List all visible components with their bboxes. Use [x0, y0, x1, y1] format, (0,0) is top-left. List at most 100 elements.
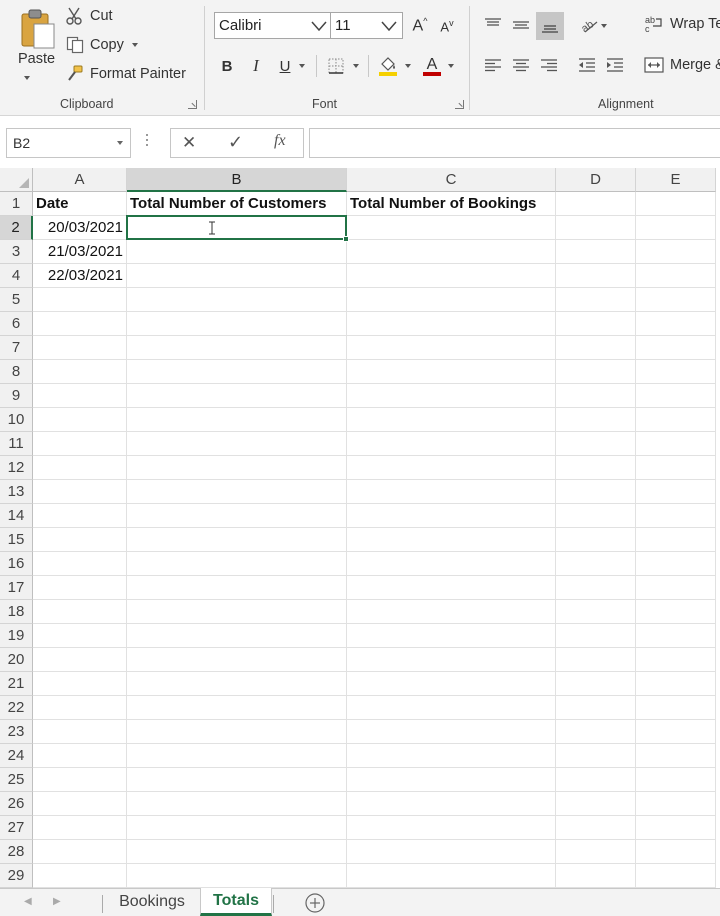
italic-button[interactable]: I [244, 53, 268, 79]
cell-e16[interactable] [636, 552, 716, 576]
cell-b22[interactable] [127, 696, 347, 720]
cell-c12[interactable] [347, 456, 556, 480]
cell-a4[interactable]: 22/03/2021 [33, 264, 127, 288]
cell-a3[interactable]: 21/03/2021 [33, 240, 127, 264]
row-header-2[interactable]: 2 [0, 216, 33, 240]
cell-a15[interactable] [33, 528, 127, 552]
cell-d25[interactable] [556, 768, 636, 792]
cell-e12[interactable] [636, 456, 716, 480]
cell-b24[interactable] [127, 744, 347, 768]
cell-b13[interactable] [127, 480, 347, 504]
cell-c3[interactable] [347, 240, 556, 264]
row-header-8[interactable]: 8 [0, 360, 33, 384]
increase-indent-button[interactable] [602, 52, 628, 78]
row-header-10[interactable]: 10 [0, 408, 33, 432]
row-header-17[interactable]: 17 [0, 576, 33, 600]
cell-b10[interactable] [127, 408, 347, 432]
cell-d20[interactable] [556, 648, 636, 672]
cell-a9[interactable] [33, 384, 127, 408]
cell-e14[interactable] [636, 504, 716, 528]
insert-function-button[interactable]: fx [274, 132, 286, 150]
row-header-28[interactable]: 28 [0, 840, 33, 864]
cell-e24[interactable] [636, 744, 716, 768]
cell-c18[interactable] [347, 600, 556, 624]
row-header-5[interactable]: 5 [0, 288, 33, 312]
cell-d27[interactable] [556, 816, 636, 840]
cell-d15[interactable] [556, 528, 636, 552]
sheet-tab-bookings[interactable]: Bookings [104, 888, 200, 916]
row-header-29[interactable]: 29 [0, 864, 33, 888]
cell-e25[interactable] [636, 768, 716, 792]
cell-d10[interactable] [556, 408, 636, 432]
align-right-button[interactable] [536, 52, 562, 78]
cell-d21[interactable] [556, 672, 636, 696]
cell-c26[interactable] [347, 792, 556, 816]
cell-b3[interactable] [127, 240, 347, 264]
cell-c15[interactable] [347, 528, 556, 552]
cell-a5[interactable] [33, 288, 127, 312]
cell-b9[interactable] [127, 384, 347, 408]
fill-color-button[interactable] [375, 52, 401, 80]
cell-c6[interactable] [347, 312, 556, 336]
cell-a20[interactable] [33, 648, 127, 672]
decrease-indent-button[interactable] [574, 52, 600, 78]
cell-e7[interactable] [636, 336, 716, 360]
cell-a18[interactable] [33, 600, 127, 624]
font-dialog-launcher-icon[interactable] [455, 100, 464, 109]
cell-e29[interactable] [636, 864, 716, 888]
scroll-tabs-right-icon[interactable]: ▶ [53, 896, 61, 907]
cell-a10[interactable] [33, 408, 127, 432]
cell-d23[interactable] [556, 720, 636, 744]
font-name-select[interactable]: Calibri [214, 12, 333, 39]
cell-d18[interactable] [556, 600, 636, 624]
cell-c24[interactable] [347, 744, 556, 768]
cell-c29[interactable] [347, 864, 556, 888]
increase-font-size-button[interactable]: A^ [409, 14, 431, 38]
cell-c11[interactable] [347, 432, 556, 456]
cell-a26[interactable] [33, 792, 127, 816]
cut-button[interactable]: Cut [66, 7, 113, 25]
font-color-button[interactable]: A [419, 52, 445, 80]
row-header-16[interactable]: 16 [0, 552, 33, 576]
cell-c7[interactable] [347, 336, 556, 360]
cell-d16[interactable] [556, 552, 636, 576]
paste-button[interactable]: Paste [10, 6, 62, 86]
scroll-tabs-left-icon[interactable]: ◀ [24, 896, 32, 907]
cell-a12[interactable] [33, 456, 127, 480]
row-header-3[interactable]: 3 [0, 240, 33, 264]
cell-a13[interactable] [33, 480, 127, 504]
middle-align-button[interactable] [508, 12, 534, 38]
wrap-text-button[interactable]: ab c Wrap Text [644, 15, 720, 33]
cell-b20[interactable] [127, 648, 347, 672]
cell-d5[interactable] [556, 288, 636, 312]
cell-d29[interactable] [556, 864, 636, 888]
cell-a29[interactable] [33, 864, 127, 888]
row-header-14[interactable]: 14 [0, 504, 33, 528]
cell-a17[interactable] [33, 576, 127, 600]
cell-c23[interactable] [347, 720, 556, 744]
cell-a19[interactable] [33, 624, 127, 648]
orientation-chevron-icon[interactable] [601, 24, 607, 28]
cell-a1[interactable]: Date [33, 192, 127, 216]
cell-a21[interactable] [33, 672, 127, 696]
worksheet-grid[interactable]: ABCDE 1 2 3 4 5 6 7 8 9 10 11 12 13 14 15 16 17 18 19 20 21 2… [0, 168, 720, 888]
cell-d7[interactable] [556, 336, 636, 360]
cell-b8[interactable] [127, 360, 347, 384]
confirm-entry-button[interactable]: ✓ [228, 132, 243, 153]
cell-e1[interactable] [636, 192, 716, 216]
cell-d26[interactable] [556, 792, 636, 816]
cell-e27[interactable] [636, 816, 716, 840]
cell-c16[interactable] [347, 552, 556, 576]
top-align-button[interactable] [480, 12, 506, 38]
copy-button[interactable]: Copy [66, 36, 138, 54]
cell-b1[interactable]: Total Number of Customers [127, 192, 347, 216]
cell-b6[interactable] [127, 312, 347, 336]
select-all-button[interactable] [0, 168, 33, 192]
cell-d24[interactable] [556, 744, 636, 768]
cell-e26[interactable] [636, 792, 716, 816]
cell-e17[interactable] [636, 576, 716, 600]
cell-e22[interactable] [636, 696, 716, 720]
row-header-22[interactable]: 22 [0, 696, 33, 720]
underline-chevron-icon[interactable] [299, 64, 305, 68]
cell-c14[interactable] [347, 504, 556, 528]
